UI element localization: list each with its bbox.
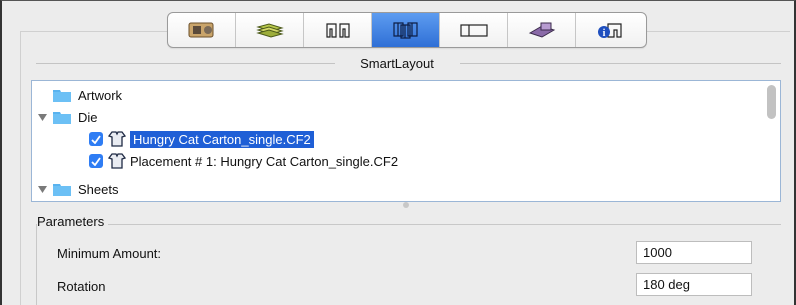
split-pane-handle[interactable] [403, 202, 409, 208]
checkbox-checked[interactable] [89, 132, 103, 146]
svg-text:i: i [603, 28, 606, 39]
folder-icon [53, 112, 71, 124]
layout-tree[interactable]: Artwork Die Hungry Cat Carton_single.CF2… [31, 80, 781, 202]
tree-item-artwork[interactable]: Artwork [52, 84, 122, 106]
sheet-layout-button[interactable] [440, 13, 508, 47]
die-layout-icon [325, 23, 350, 38]
info-summary-button[interactable]: i [576, 13, 646, 47]
rotation-label: Rotation [57, 279, 106, 294]
tree-item-placement[interactable]: Placement # 1: Hungry Cat Carton_single.… [89, 150, 398, 172]
checkbox-checked[interactable] [89, 154, 103, 168]
stock-sheet-button[interactable] [236, 13, 304, 47]
group-border-right [460, 63, 781, 64]
tree-item-label: Hungry Cat Carton_single.CF2 [130, 130, 314, 148]
tree-item-label: Sheets [78, 181, 119, 197]
tree-item-label: Die [78, 109, 98, 125]
die-layout-button[interactable] [304, 13, 372, 47]
smart-layout-button[interactable] [372, 13, 440, 47]
stock-sheet-icon [255, 23, 284, 38]
job-info-icon [188, 22, 213, 38]
die-shirt-icon [108, 131, 126, 147]
smart-layout-icon [392, 22, 418, 39]
folder-icon [53, 90, 71, 102]
tree-item-sheets[interactable]: Sheets [36, 178, 118, 200]
tree-item-die-file[interactable]: Hungry Cat Carton_single.CF2 [89, 128, 314, 150]
info-summary-icon: i [598, 23, 622, 39]
disclosure-expanded-icon[interactable] [36, 111, 48, 123]
sheet-layout-icon [459, 24, 488, 37]
press-button[interactable] [508, 13, 576, 47]
disclosure-expanded-icon[interactable] [36, 183, 48, 195]
minimum-amount-label: Minimum Amount: [57, 246, 162, 261]
group-title: SmartLayout [360, 56, 434, 71]
die-shirt-icon [108, 153, 126, 169]
job-info-button[interactable] [168, 13, 236, 47]
view-toolbar: i [167, 12, 647, 48]
press-icon [528, 22, 555, 38]
minimum-amount-field[interactable] [636, 241, 752, 264]
group-border-left [36, 63, 335, 64]
rotation-field[interactable] [636, 273, 752, 296]
tree-item-label: Placement # 1: Hungry Cat Carton_single.… [130, 153, 399, 169]
tree-item-die[interactable]: Die [36, 106, 98, 128]
folder-icon [53, 184, 71, 196]
tree-scrollbar[interactable] [767, 85, 776, 119]
parameters-title: Parameters [37, 214, 109, 229]
tree-item-label: Artwork [78, 87, 123, 103]
